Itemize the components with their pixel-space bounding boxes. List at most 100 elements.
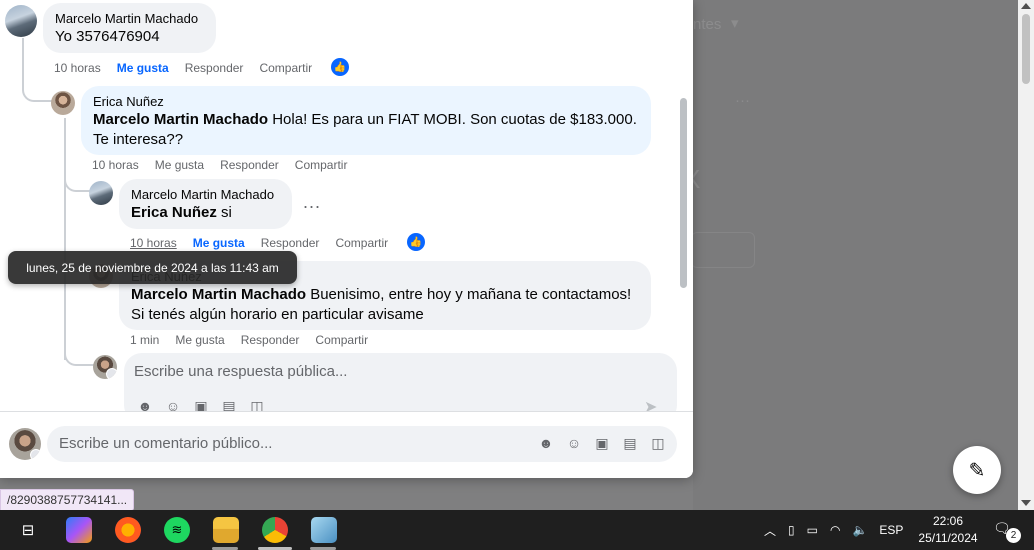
like-button[interactable]: Me gusta [175,333,224,347]
avatar[interactable] [89,181,113,205]
sticker-icon[interactable]: ◫ [649,435,667,452]
reply-input[interactable]: Escribe una respuesta pública... ☻ ☺ ▣ ▤… [124,353,677,411]
send-icon[interactable]: ➤ [644,397,657,411]
like-button[interactable]: Me gusta [117,61,169,75]
comment-text: Marcelo Martin Machado Buenisimo, entre … [131,285,639,325]
battery-icon[interactable]: ▭ [807,523,818,537]
notification-center-icon[interactable]: 🗨 2 [993,520,1021,543]
background-page: ntes ▾ ··· X [683,0,1018,510]
reply-button[interactable]: Responder [220,158,279,172]
link-status-bar: /8290388757734141... [0,489,135,511]
task-view-icon[interactable]: ⊟ [15,517,41,543]
comment-author[interactable]: Marcelo Martin Machado [55,11,204,27]
comment-bubble: Marcelo Martin Machado Yo 3576476904 [43,3,216,53]
background-box [691,232,755,268]
like-button[interactable]: Me gusta [193,236,245,250]
comment-actions: 1 min Me gusta Responder Compartir [130,333,368,347]
share-button[interactable]: Compartir [335,236,388,250]
chevron-down-icon[interactable] [106,368,117,379]
post-modal: Marcelo Martin Machado Yo 3576476904 10 … [0,0,693,478]
camera-icon[interactable]: ▣ [192,398,210,411]
system-tray: ︿ ▯ ▭ ◠ 🔈 ESP [764,510,903,550]
comment-actions: 10 horas Me gusta Responder Compartir [130,236,388,250]
compose-icon: ✎ [968,459,986,482]
chevron-up-icon[interactable]: ︿ [764,522,776,539]
scroll-down-icon[interactable] [1021,500,1031,506]
comment-bubble: Erica Nuñez Marcelo Martin Machado Hola!… [81,86,651,155]
comment-time[interactable]: 10 horas [92,158,139,172]
more-options-icon[interactable]: ... [303,192,321,213]
comment-actions: 10 horas Me gusta Responder Compartir [92,158,347,172]
emoji-icon[interactable]: ☺ [565,435,583,452]
chevron-down-icon: ▾ [731,15,739,32]
notification-count: 2 [1006,528,1021,543]
more-icon: ··· [735,92,750,109]
chrome-icon[interactable] [262,517,288,543]
comment-text: Marcelo Martin Machado Hola! Es para un … [93,110,639,150]
share-button[interactable]: Compartir [295,158,348,172]
comment-actions: 10 horas Me gusta Responder Compartir [54,61,312,75]
comment-author[interactable]: Erica Nuñez [93,94,639,110]
like-reaction-icon[interactable]: 👍 [407,233,425,251]
comment-time[interactable]: 10 horas [54,61,101,75]
new-message-button[interactable]: ✎ [953,446,1001,494]
comment-bubble: Marcelo Martin Machado Erica Nuñez si [119,179,292,229]
avatar[interactable] [51,91,75,115]
comment-author[interactable]: Marcelo Martin Machado [131,187,280,203]
comment-tools: ☻ ☺ ▣ ▤ ◫ [537,435,667,452]
clock-time: 22:06 [932,514,964,528]
file-explorer-icon[interactable] [213,517,239,543]
like-button[interactable]: Me gusta [155,158,204,172]
emoji-icon[interactable]: ☺ [164,398,182,411]
thread-line [64,330,94,366]
gif-icon[interactable]: ▤ [621,435,639,452]
copilot-icon[interactable] [66,517,92,543]
modal-scrollbar[interactable] [680,98,687,288]
camera-icon[interactable]: ▣ [593,435,611,452]
background-ghost-text: ntes [693,16,722,33]
clock[interactable]: 22:06 25/11/2024 [908,513,988,547]
notepad-icon[interactable] [311,517,337,543]
device-icon[interactable]: ▯ [788,523,795,537]
share-button[interactable]: Compartir [259,61,312,75]
avatar-sticker-icon[interactable]: ☻ [136,398,154,411]
timestamp-tooltip: lunes, 25 de noviembre de 2024 a las 11:… [8,251,297,284]
chevron-down-icon[interactable] [30,449,41,460]
reply-button[interactable]: Responder [241,333,300,347]
comment-text-content: si [216,204,232,221]
reply-placeholder: Escribe una respuesta pública... [134,363,348,380]
comment-time[interactable]: 10 horas [130,236,177,250]
like-reaction-icon[interactable]: 👍 [331,58,349,76]
mention-link[interactable]: Marcelo Martin Machado [131,286,306,303]
reply-button[interactable]: Responder [185,61,244,75]
wifi-icon[interactable]: ◠ [830,523,840,537]
reply-button[interactable]: Responder [261,236,320,250]
mention-link[interactable]: Marcelo Martin Machado [93,111,268,128]
share-button[interactable]: Compartir [315,333,368,347]
page-scrollbar[interactable] [1018,0,1034,510]
thread-line [64,118,66,360]
avatar[interactable] [9,428,41,460]
spotify-icon[interactable]: ≋ [164,517,190,543]
taskbar: ⊟ ≋ ︿ ▯ ▭ ◠ 🔈 ESP 22:06 25/11/2024 🗨 2 [0,510,1034,550]
comment-composer: Escribe un comentario público... ☻ ☺ ▣ ▤… [0,411,693,478]
mention-link[interactable]: Erica Nuñez [131,204,217,221]
comment-thread: Marcelo Martin Machado Yo 3576476904 10 … [0,0,693,411]
comment-text: Yo 3576476904 [55,28,160,45]
scroll-up-icon[interactable] [1021,3,1031,9]
gif-icon[interactable]: ▤ [220,398,238,411]
avatar[interactable] [5,5,37,37]
avatar-sticker-icon[interactable]: ☻ [537,435,555,452]
comment-text: Erica Nuñez si [131,203,280,223]
comment-input[interactable]: Escribe un comentario público... ☻ ☺ ▣ ▤… [47,426,677,462]
avatar[interactable] [93,355,117,379]
clock-date: 25/11/2024 [918,531,978,545]
volume-icon[interactable]: 🔈 [852,523,867,537]
sticker-icon[interactable]: ◫ [248,398,266,411]
reply-tools: ☻ ☺ ▣ ▤ ◫ [136,398,266,411]
scrollbar-thumb[interactable] [1022,14,1030,84]
comment-placeholder: Escribe un comentario público... [59,435,273,452]
comment-time[interactable]: 1 min [130,333,159,347]
language-indicator[interactable]: ESP [879,523,903,537]
firefox-icon[interactable] [115,517,141,543]
